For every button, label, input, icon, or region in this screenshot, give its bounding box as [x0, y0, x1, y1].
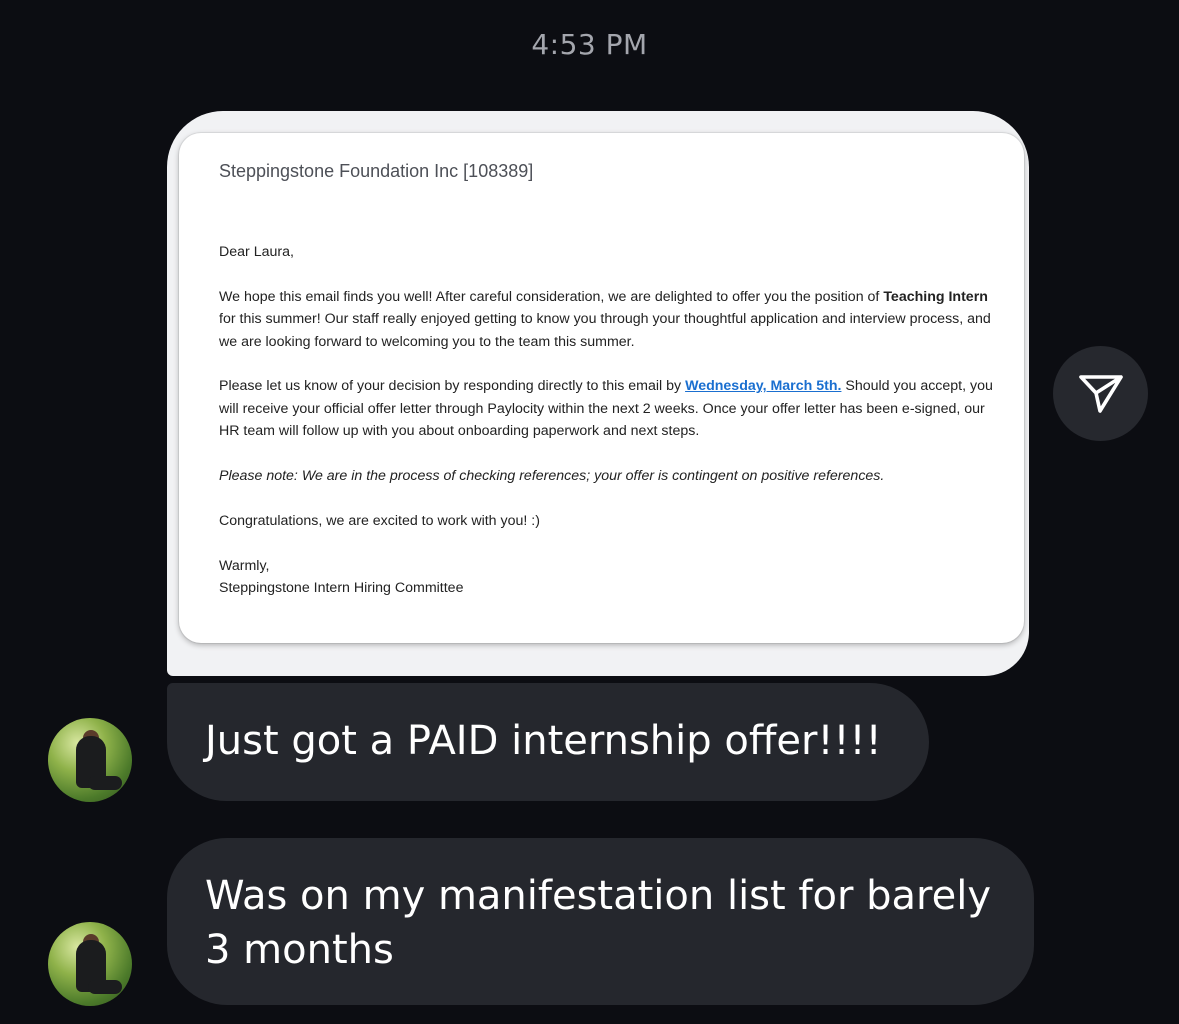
share-button[interactable] [1053, 346, 1148, 441]
email-signature: Steppingstone Intern Hiring Committee [219, 580, 464, 597]
avatar[interactable] [48, 922, 132, 1006]
email-closing: Warmly, [219, 557, 270, 574]
email-greeting: Dear Laura, [219, 244, 294, 260]
email-paragraph-deadline: Please let us know of your decision by r… [219, 378, 993, 440]
email-deadline-link: Wednesday, March 5th. [685, 378, 842, 395]
email-role: Teaching Intern [883, 288, 988, 305]
message-bubble[interactable]: Was on my manifestation list for barely … [167, 838, 1034, 1005]
message-text: Was on my manifestation list for barely … [205, 873, 991, 973]
email-paragraph-offer: We hope this email finds you well! After… [219, 288, 991, 350]
paper-plane-icon [1078, 374, 1123, 413]
email-body: Dear Laura, We hope this email finds you… [219, 241, 994, 599]
shared-image-message[interactable]: Steppingstone Foundation Inc [108389] De… [167, 111, 1029, 676]
email-congrats: Congratulations, we are excited to work … [219, 512, 540, 529]
message-timestamp: 4:53 PM [531, 28, 648, 61]
email-sender: Steppingstone Foundation Inc [108389] [219, 161, 534, 181]
avatar[interactable] [48, 718, 132, 802]
message-bubble[interactable]: Just got a PAID internship offer!!!! [167, 683, 929, 801]
message-text: Just got a PAID internship offer!!!! [205, 718, 882, 764]
email-screenshot: Steppingstone Foundation Inc [108389] De… [179, 133, 1024, 643]
email-note: Please note: We are in the process of ch… [219, 468, 885, 485]
